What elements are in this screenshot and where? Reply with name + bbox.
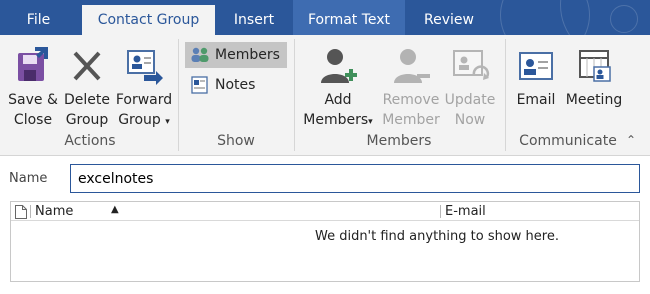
update-now-label-line2: Now — [454, 112, 486, 128]
remove-person-icon — [394, 49, 430, 83]
group-separator — [294, 39, 295, 151]
show-members-button[interactable]: Members — [185, 42, 287, 68]
add-members-label-line1: Add — [324, 92, 352, 108]
document-icon — [15, 205, 27, 219]
ribbon-tab-bar: File Contact Group Insert Format Text Re… — [0, 0, 650, 35]
column-header-email[interactable]: E-mail — [445, 204, 486, 219]
save-close-icon — [18, 47, 48, 81]
delete-group-label-line1: Delete — [64, 92, 110, 108]
notes-icon — [191, 76, 208, 94]
delete-x-icon — [73, 51, 101, 81]
meeting-label: Meeting — [565, 92, 623, 108]
collapse-ribbon-icon[interactable]: ⌃ — [626, 133, 640, 149]
members-list[interactable]: Name ▲ E-mail We didn't find anything to… — [10, 201, 640, 282]
tab-file[interactable]: File — [11, 5, 66, 35]
update-contacts-icon — [453, 50, 490, 80]
show-notes-button[interactable]: Notes — [185, 72, 275, 98]
add-person-icon — [321, 49, 357, 83]
empty-list-message: We didn't find anything to show here. — [314, 229, 559, 244]
dropdown-arrow-icon: ▾ — [165, 117, 170, 127]
forward-group-label-line2: Group — [118, 112, 161, 128]
remove-member-button[interactable]: Remove Member — [380, 45, 442, 130]
group-label-actions: Actions — [64, 133, 116, 149]
tab-insert[interactable]: Insert — [222, 5, 286, 35]
save-close-button[interactable]: Save & Close — [4, 45, 62, 130]
name-label: Name — [9, 171, 48, 186]
email-button[interactable]: Email — [510, 45, 562, 110]
remove-member-label-line1: Remove — [382, 92, 440, 108]
email-contact-icon — [519, 52, 553, 80]
update-now-button[interactable]: Update Now — [442, 45, 498, 130]
column-header-email-label: E-mail — [445, 204, 486, 219]
group-label-communicate: Communicate — [519, 133, 617, 149]
forward-group-button[interactable]: Forward Group ▾ — [113, 45, 175, 132]
email-label: Email — [516, 92, 556, 108]
group-separator — [505, 39, 506, 151]
group-name-input[interactable] — [70, 164, 640, 193]
save-close-label-line1: Save & — [8, 92, 58, 108]
column-header-name-label: Name — [35, 204, 74, 219]
ribbon: Save & Close Delete Group Forward Group … — [0, 35, 650, 156]
meeting-calendar-icon — [579, 50, 611, 82]
column-divider — [30, 205, 31, 218]
add-members-button[interactable]: Add Members▾ — [298, 45, 378, 132]
tab-review[interactable]: Review — [411, 5, 487, 35]
group-label-members: Members — [366, 133, 432, 149]
members-list-header: Name ▲ E-mail — [11, 202, 639, 221]
show-notes-label: Notes — [215, 77, 256, 93]
members-icon — [191, 47, 209, 62]
save-close-label-line2: Close — [13, 112, 53, 128]
tab-contact-group[interactable]: Contact Group — [82, 5, 215, 35]
sort-ascending-icon: ▲ — [111, 204, 119, 215]
forward-group-label-line1: Forward — [115, 92, 173, 108]
group-label-show: Show — [217, 133, 255, 149]
column-divider[interactable] — [440, 205, 441, 218]
dropdown-arrow-icon: ▾ — [368, 117, 373, 127]
show-members-label: Members — [215, 47, 280, 63]
add-members-label-line2: Members — [303, 112, 369, 128]
meeting-button[interactable]: Meeting — [564, 45, 624, 110]
background-decoration — [610, 5, 638, 33]
remove-member-label-line2: Member — [382, 112, 440, 128]
update-now-label-line1: Update — [444, 92, 496, 108]
tab-format-text[interactable]: Format Text — [293, 0, 405, 35]
group-separator — [178, 39, 179, 151]
delete-group-button[interactable]: Delete Group — [63, 45, 111, 130]
delete-group-label-line2: Group — [65, 112, 109, 128]
forward-contact-card-icon — [127, 50, 163, 85]
column-header-name[interactable]: Name ▲ — [35, 204, 441, 219]
